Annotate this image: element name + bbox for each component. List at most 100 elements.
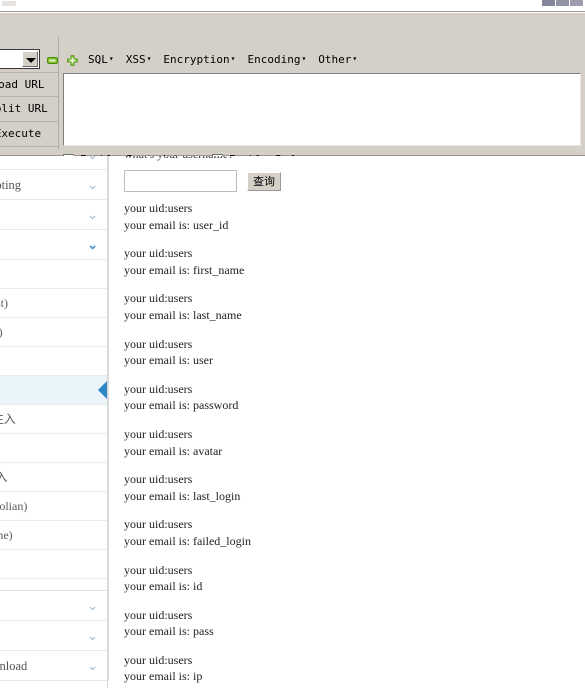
result-email: your email is: user — [124, 353, 213, 368]
divider — [0, 579, 108, 591]
sidebar-item-overview[interactable]: 概述 — [0, 260, 108, 289]
execute-label: Execute — [0, 127, 42, 140]
divider — [0, 96, 58, 97]
hackbar-mode-select[interactable] — [0, 49, 40, 69]
load-url-button[interactable]: Load URL — [0, 74, 58, 96]
sidebar-item-insert-update[interactable]: "insert/update"注入 — [0, 405, 108, 434]
sidebar-item-label: 盲注(base on time) — [0, 528, 13, 542]
sidebar-group-unsafe-filedownload[interactable]: Unsafe Filedownload ⌄ — [0, 651, 108, 681]
result-uid: your uid:users — [124, 517, 193, 532]
username-input[interactable] — [124, 170, 237, 192]
sidebar-item-label: "insert/update"注入 — [0, 412, 16, 426]
menu-sql-label: SQL — [88, 53, 108, 66]
hackbar-menubar: SQL▾ XSS▾ Encryption▾ Encoding▾ Other▾ — [88, 53, 369, 69]
plus-icon[interactable] — [67, 55, 78, 66]
minus-icon[interactable] — [47, 55, 58, 66]
result-uid: your uid:users — [124, 336, 193, 351]
divider — [0, 146, 58, 147]
chevron-down-icon: ▾ — [352, 54, 358, 63]
result-block: your uid:users your email is: user — [124, 336, 554, 369]
sidebar-group-label: Cross-Site Scripting — [0, 178, 22, 192]
menu-encoding-label: Encoding — [247, 53, 301, 66]
hackbar-panel: SQL▾XSS▾Encryption▾Encoding▾Other▾ Load … — [0, 13, 585, 166]
result-block: your uid:users your email is: pass — [124, 607, 554, 640]
result-block: your uid:users your email is: first_name — [124, 245, 554, 278]
chevron-down-icon: ▾ — [108, 54, 114, 63]
result-block: your uid:users your email is: avatar — [124, 426, 554, 459]
sidebar-item-xx-type[interactable]: xx型注入 — [0, 376, 108, 405]
query-results: your uid:users your email is: user_id yo… — [124, 200, 554, 688]
result-email: your email is: last_login — [124, 488, 241, 503]
result-uid: your uid:users — [124, 291, 193, 306]
result-block: your uid:users your email is: user_id — [124, 200, 554, 233]
result-email: your email is: password — [124, 398, 239, 413]
split-url-button[interactable]: Split URL — [0, 98, 58, 120]
chevron-down-icon: ▾ — [230, 54, 236, 63]
chevron-down-icon: ⌄ — [87, 177, 98, 192]
sidebar-item-blind-boolean[interactable]: 盲注(base on boolian) — [0, 492, 108, 521]
result-email: your email is: avatar — [124, 443, 223, 458]
result-uid: your uid:users — [124, 562, 193, 577]
execute-button[interactable]: Execute — [0, 123, 58, 145]
chevron-down-icon: ⌄ — [87, 598, 98, 613]
chevron-down-icon: ⌄ — [87, 207, 98, 222]
sidebar-item-string-get[interactable]: 字符型注入(get) — [0, 318, 108, 347]
result-uid: your uid:users — [124, 652, 193, 667]
load-url-label: Load URL — [0, 78, 45, 91]
result-email: your email is: user_id — [124, 217, 229, 232]
sidebar-item-delete[interactable]: "delete"注入 — [0, 434, 108, 463]
chevron-down-icon: ⌄ — [87, 658, 98, 673]
window-close-button[interactable] — [570, 0, 583, 6]
menu-encryption-label: Encryption — [163, 53, 230, 66]
menu-xss[interactable]: XSS▾ — [126, 53, 152, 66]
menu-xss-label: XSS — [125, 53, 146, 66]
divider — [58, 37, 59, 149]
sidebar-group-file-inclusion[interactable]: File Inclusion ⌄ — [0, 621, 108, 651]
result-email: your email is: last_name — [124, 307, 242, 322]
chevron-down-icon: ⌄ — [87, 237, 98, 252]
menu-encryption[interactable]: Encryption▾ — [163, 53, 235, 66]
menu-sql[interactable]: SQL▾ — [88, 53, 114, 66]
browser-chrome-sliver — [0, 0, 585, 12]
sidebar-item-blind-time[interactable]: 盲注(base on time) — [0, 521, 108, 550]
result-block: your uid:users your email is: ip — [124, 652, 554, 685]
result-uid: your uid:users — [124, 381, 193, 396]
chevron-down-icon — [22, 51, 38, 67]
split-url-label: Split URL — [0, 102, 48, 115]
sidebar-item-search-type[interactable]: 搜索型注入 — [0, 347, 108, 376]
sidebar-group-sql-inject[interactable]: SQL-Inject ⌄ — [0, 230, 108, 260]
result-uid: your uid:users — [124, 607, 193, 622]
sidebar-group-xss[interactable]: Cross-Site Scripting ⌄ — [0, 170, 108, 200]
result-uid: your uid:users — [124, 201, 193, 215]
sidebar-group-rce[interactable]: RCE ⌄ — [0, 591, 108, 621]
chevron-down-icon: ▾ — [301, 54, 307, 63]
menu-encoding[interactable]: Encoding▾ — [247, 53, 306, 66]
result-block: your uid:users your email is: id — [124, 562, 554, 595]
page-viewport: 暴破 ⌄ Cross-Site Scripting ⌄ CSRF ⌄ SQL-I… — [0, 156, 585, 688]
divider — [0, 72, 58, 73]
result-email: your email is: first_name — [124, 262, 245, 277]
window-minimize-button[interactable] — [542, 0, 555, 6]
browser-tab-ghost[interactable] — [2, 1, 16, 6]
sidebar-item-wide-byte[interactable]: 宽字节注入 — [0, 550, 108, 579]
sidebar-item-label: 数字型注入(post) — [0, 296, 8, 310]
divider — [0, 121, 58, 122]
menu-other-label: Other — [318, 53, 352, 66]
sidebar-item-http-header[interactable]: "http header"注入 — [0, 463, 108, 492]
result-block: your uid:users your email is: password — [124, 381, 554, 414]
menu-other[interactable]: Other▾ — [318, 53, 357, 66]
sidebar-group-csrf[interactable]: CSRF ⌄ — [0, 200, 108, 230]
submit-query-button[interactable]: 查询 — [247, 171, 281, 191]
url-textarea[interactable] — [63, 73, 581, 146]
result-email: your email is: failed_login — [124, 533, 251, 548]
chevron-down-icon: ▾ — [146, 54, 152, 63]
window-maximize-button[interactable] — [556, 0, 569, 6]
sidebar-item-label: 字符型注入(get) — [0, 325, 3, 339]
result-block: your uid:users your email is: last_login — [124, 471, 554, 504]
chevron-down-icon: ⌄ — [87, 156, 98, 169]
username-search-form: 查询 — [124, 170, 281, 196]
sidebar-group-baopo[interactable]: 暴破 ⌄ — [0, 156, 108, 170]
sidebar-item-numeric-post[interactable]: 数字型注入(post) — [0, 289, 108, 318]
result-email: your email is: ip — [124, 669, 203, 684]
screenshot-root: SQL▾XSS▾Encryption▾Encoding▾Other▾ Load … — [0, 0, 585, 688]
